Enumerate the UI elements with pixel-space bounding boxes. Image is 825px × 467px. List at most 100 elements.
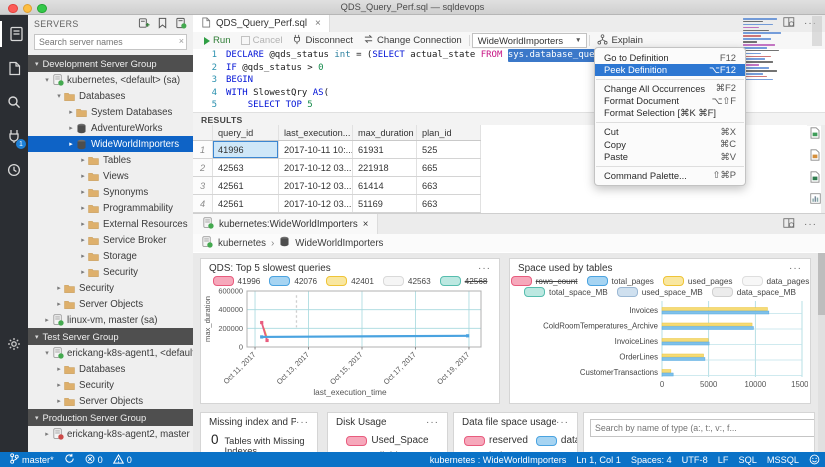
minimap[interactable] [743,18,797,82]
grid-cell[interactable]: 663 [417,177,481,194]
tree-item-server-objects[interactable]: ▸Server Objects [28,393,193,409]
panel-split-editor-icon[interactable] [783,218,795,231]
close-panel-tab-icon[interactable]: × [363,219,369,230]
grid-cell[interactable]: 525 [417,141,481,158]
tree-item-tables[interactable]: ▸Tables [28,152,193,168]
grid-cell[interactable]: 61414 [353,177,417,194]
legend-item-rows_count[interactable]: rows_count [511,276,578,286]
menu-item-copy[interactable]: Copy⌘C [595,138,745,151]
menu-item-format-document[interactable]: Format Document⌥⇧F [595,95,745,108]
clear-search-icon[interactable]: × [179,36,184,46]
tree-item-security[interactable]: ▸Security [28,264,193,280]
legend-item-total_space_MB[interactable]: total_space_MB [524,287,608,297]
column-header-max_duration[interactable]: max_duration [353,125,417,140]
history-icon[interactable] [0,157,28,183]
tree-item-linux-vm-master-sa[interactable]: ▸linux-vm, master (sa) [28,312,193,328]
breadcrumb-database[interactable]: WideWorldImporters [295,238,383,249]
menu-item-cut[interactable]: Cut⌘X [595,126,745,139]
server-search-input[interactable] [34,34,187,50]
tree-item-server-objects[interactable]: ▸Server Objects [28,296,193,312]
legend-item-42401[interactable]: 42401 [326,276,374,286]
legend-item-used_space_MB[interactable]: used_space_MB [617,287,703,297]
legend-item-total_pages[interactable]: total_pages [587,276,654,286]
status-segment[interactable]: Ln 1, Col 1 [571,455,625,465]
legend-item-42568[interactable]: 42568 [440,276,488,286]
status-segment[interactable]: SQL [733,455,761,465]
save-as-csv-icon[interactable] [810,127,820,142]
legend-item-data_space_MB[interactable]: data_space_MB [712,287,796,297]
cancel-button[interactable]: Cancel [236,35,288,46]
close-window-icon[interactable] [8,4,18,14]
status-error[interactable]: 0 [80,454,108,466]
menu-item-peek-definition[interactable]: Peek Definition⌥F12 [595,64,745,77]
legend-item-41996[interactable]: 41996 [213,276,261,286]
tree-item-external-resources[interactable]: ▸External Resources [28,216,193,232]
new-connection-icon[interactable] [138,17,150,32]
tree-item-system-databases[interactable]: ▸System Databases [28,104,193,120]
tree-item-security[interactable]: ▸Security [28,280,193,296]
row-number[interactable]: 4 [193,195,213,212]
task-history-icon[interactable]: 1 [0,123,28,149]
grid-cell[interactable]: 665 [417,159,481,176]
status-segment[interactable]: UTF-8 [677,455,713,465]
menu-item-change-all-occurrences[interactable]: Change All Occurrences⌘F2 [595,82,745,95]
grid-corner[interactable] [193,125,213,140]
legend-item-42076[interactable]: 42076 [269,276,317,286]
status-sync[interactable] [59,453,80,466]
menu-item-command-palette[interactable]: Command Palette...⇧⌘P [595,169,745,182]
server-group-header[interactable]: ▾Development Server Group [28,55,193,72]
grid-cell[interactable]: 41996 [213,141,279,158]
tree-item-programmability[interactable]: ▸Programmability [28,200,193,216]
tree-item-databases[interactable]: ▾Databases [28,88,193,104]
gear-icon[interactable] [0,331,28,357]
legend-item-data[interactable]: data [536,435,578,446]
more-options-icon[interactable]: ··· [556,417,569,428]
results-scrollbar[interactable] [821,125,825,213]
view-as-chart-icon[interactable] [810,193,821,207]
database-dropdown[interactable]: WideWorldImporters ▼ [472,33,588,48]
connections-icon[interactable] [0,21,30,47]
grid-cell[interactable]: 2017-10-12 03... [279,177,353,194]
status-segment[interactable]: kubernetes : WideWorldImporters [425,455,572,465]
grid-cell[interactable]: 42561 [213,195,279,212]
status-warning[interactable]: 0 [108,454,137,466]
more-options-icon[interactable]: ··· [296,417,309,428]
grid-cell[interactable]: 42563 [213,159,279,176]
column-header-query_id[interactable]: query_id [213,125,279,140]
tree-item-synonyms[interactable]: ▸Synonyms [28,184,193,200]
status-branch[interactable]: master* [4,453,59,466]
server-group-header[interactable]: ▾Production Server Group [28,409,193,426]
status-segment[interactable]: LF [713,455,734,465]
tree-item-adventureworks[interactable]: ▸AdventureWorks [28,120,193,136]
tab-kubernetes-wideworldimporters[interactable]: kubernetes:WideWorldImporters × [193,214,378,234]
close-tab-icon[interactable]: × [315,18,321,29]
new-server-group-icon[interactable] [157,17,168,32]
tree-item-erickang-k8s-agent2-master-sa[interactable]: ▸erickang-k8s-agent2, master (sa) [28,426,193,442]
new-query-icon[interactable] [0,55,28,81]
tree-item-erickang-k8s-agent1-default-sa[interactable]: ▾erickang-k8s-agent1, <default> (sa) [28,345,193,361]
editor-scrollbar[interactable] [812,16,822,46]
grid-cell[interactable]: 663 [417,195,481,212]
row-number[interactable]: 2 [193,159,213,176]
legend-item-reserved[interactable]: reserved [464,435,528,446]
menu-item-paste[interactable]: Paste⌘V [595,151,745,164]
maximize-window-icon[interactable] [37,4,47,14]
legend-item-used_pages[interactable]: used_pages [663,276,733,286]
feedback-smiley-icon[interactable] [804,454,825,465]
column-header-last_execution[interactable]: last_execution... [279,125,353,140]
grid-cell[interactable]: 51169 [353,195,417,212]
object-search-input[interactable] [590,419,815,437]
status-segment[interactable]: Spaces: 4 [626,455,677,465]
save-as-json-icon[interactable] [810,149,820,164]
grid-cell[interactable]: 61931 [353,141,417,158]
tree-item-databases[interactable]: ▸Databases [28,361,193,377]
row-number[interactable]: 3 [193,177,213,194]
tree-item-security[interactable]: ▸Security [28,377,193,393]
tab-qds-query-perf[interactable]: QDS_Query_Perf.sql × [193,15,330,32]
more-options-icon[interactable]: ··· [478,263,491,274]
change-connection-button[interactable]: Change Connection [358,34,467,47]
grid-cell[interactable]: 221918 [353,159,417,176]
column-header-plan_id[interactable]: plan_id [417,125,481,140]
active-connections-icon[interactable] [175,17,187,32]
breadcrumb-server[interactable]: kubernetes [218,238,266,249]
